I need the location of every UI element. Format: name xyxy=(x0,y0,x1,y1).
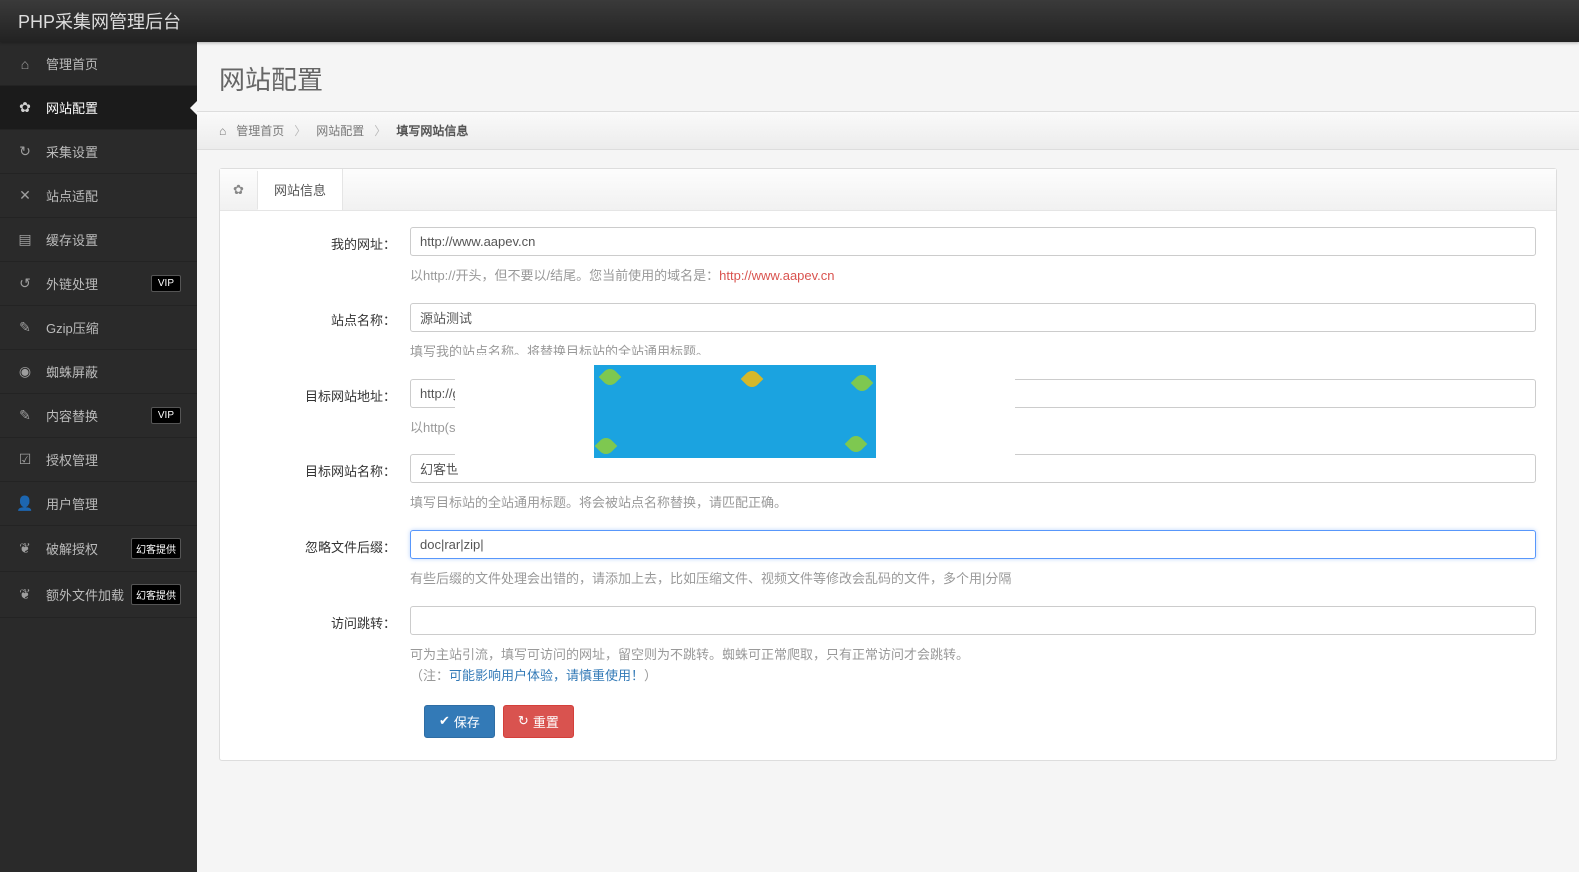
sidebar-item-label: Gzip压缩 xyxy=(46,318,181,337)
rotate-icon: ↺ xyxy=(16,275,34,292)
shuffle-icon: ✕ xyxy=(16,187,34,204)
pencil-icon: ✎ xyxy=(16,407,34,424)
sidebar-item-label: 管理首页 xyxy=(46,54,181,73)
gear-icon: ✿ xyxy=(16,99,34,116)
sidebar-item-label: 站点适配 xyxy=(46,186,181,205)
overlay-ad-image xyxy=(455,355,1015,468)
chevron-right-icon: 〉 xyxy=(374,122,386,139)
site-name-input[interactable] xyxy=(410,303,1536,332)
tab-site-info[interactable]: 网站信息 xyxy=(258,169,343,210)
sidebar-item-collect[interactable]: ↻ 采集设置 xyxy=(0,130,197,174)
sidebar-item-adapt[interactable]: ✕ 站点适配 xyxy=(0,174,197,218)
vip-badge: VIP xyxy=(151,407,181,424)
sidebar-item-spider[interactable]: ◉ 蜘蛛屏蔽 xyxy=(0,350,197,394)
eye-icon: ◉ xyxy=(16,363,34,380)
reset-button[interactable]: ↻重置 xyxy=(503,705,574,738)
pencil-icon: ✎ xyxy=(16,319,34,336)
sidebar-item-home[interactable]: ⌂ 管理首页 xyxy=(0,42,197,86)
sidebar-item-cache[interactable]: ▤ 缓存设置 xyxy=(0,218,197,262)
sidebar-item-label: 内容替换 xyxy=(46,406,151,425)
redirect-warning-link[interactable]: 可能影响用户体验，请慎重使用！ xyxy=(449,668,644,683)
save-button[interactable]: ✔保存 xyxy=(424,705,495,738)
app-title: PHP采集网管理后台 xyxy=(18,8,181,34)
top-bar: PHP采集网管理后台 xyxy=(0,0,1579,42)
vip-badge: VIP xyxy=(151,275,181,292)
sidebar-item-label: 采集设置 xyxy=(46,142,181,161)
provider-badge: 幻客提供 xyxy=(131,538,181,559)
label-site-name: 站点名称： xyxy=(240,303,410,363)
label-target-url: 目标网站地址： xyxy=(240,379,410,439)
sidebar-item-label: 缓存设置 xyxy=(46,230,181,249)
home-icon: ⌂ xyxy=(16,56,34,72)
label-target-name: 目标网站名称： xyxy=(240,454,410,514)
label-redirect: 访问跳转： xyxy=(240,606,410,687)
refresh-icon: ↻ xyxy=(16,143,34,160)
help-target-name: 填写目标站的全站通用标题。将会被站点名称替换，请匹配正确。 xyxy=(410,493,1536,514)
redirect-input[interactable] xyxy=(410,606,1536,635)
sidebar-item-site-config[interactable]: ✿ 网站配置 xyxy=(0,86,197,130)
breadcrumb-current: 填写网站信息 xyxy=(396,122,468,139)
sidebar-item-gzip[interactable]: ✎ Gzip压缩 xyxy=(0,306,197,350)
sidebar-item-users[interactable]: 👤 用户管理 xyxy=(0,482,197,526)
ignore-ext-input[interactable] xyxy=(410,530,1536,559)
breadcrumb: ⌂ 管理首页 〉 网站配置 〉 填写网站信息 xyxy=(197,111,1579,150)
sidebar-item-label: 用户管理 xyxy=(46,494,181,513)
sidebar-item-extlink[interactable]: ↺ 外链处理 VIP xyxy=(0,262,197,306)
refresh-icon: ↻ xyxy=(518,713,529,729)
label-my-url: 我的网址： xyxy=(240,227,410,287)
folder-icon: ▤ xyxy=(16,231,34,248)
help-ignore-ext: 有些后缀的文件处理会出错的，请添加上去，比如压缩文件、视频文件等修改会乱码的文件… xyxy=(410,569,1536,590)
check-icon: ✔ xyxy=(439,713,450,729)
panel-header: ✿ 网站信息 xyxy=(220,169,1556,211)
gear-icon[interactable]: ✿ xyxy=(220,171,258,209)
user-icon: 👤 xyxy=(16,495,34,512)
breadcrumb-item[interactable]: 网站配置 xyxy=(316,122,364,139)
sidebar-item-label: 破解授权 xyxy=(46,539,131,558)
sidebar-item-label: 授权管理 xyxy=(46,450,181,469)
leaf-icon: ❦ xyxy=(16,540,34,557)
chevron-right-icon: 〉 xyxy=(294,122,306,139)
page-title: 网站配置 xyxy=(197,42,1579,111)
sidebar-item-license[interactable]: ☑ 授权管理 xyxy=(0,438,197,482)
label-ignore-ext: 忽略文件后缀： xyxy=(240,530,410,590)
help-my-url: 以http://开头，但不要以/结尾。您当前使用的域名是：http://www.… xyxy=(410,266,1536,287)
sidebar-item-label: 额外文件加载 xyxy=(46,585,131,604)
sidebar: ⌂ 管理首页 ✿ 网站配置 ↻ 采集设置 ✕ 站点适配 ▤ 缓存设置 ↺ 外链处… xyxy=(0,42,197,872)
provider-badge: 幻客提供 xyxy=(131,584,181,605)
home-icon: ⌂ xyxy=(219,124,226,138)
sidebar-item-replace[interactable]: ✎ 内容替换 VIP xyxy=(0,394,197,438)
breadcrumb-home[interactable]: 管理首页 xyxy=(236,122,284,139)
check-icon: ☑ xyxy=(16,451,34,468)
sidebar-item-label: 外链处理 xyxy=(46,274,151,293)
leaf-icon: ❦ xyxy=(16,586,34,603)
sidebar-item-extra[interactable]: ❦ 额外文件加载 幻客提供 xyxy=(0,572,197,618)
current-domain-link[interactable]: http://www.aapev.cn xyxy=(719,268,834,283)
sidebar-item-label: 蜘蛛屏蔽 xyxy=(46,362,181,381)
help-redirect: 可为主站引流，填写可访问的网址，留空则为不跳转。蜘蛛可正常爬取，只有正常访问才会… xyxy=(410,645,1536,687)
sidebar-item-label: 网站配置 xyxy=(46,98,181,117)
sidebar-item-crack[interactable]: ❦ 破解授权 幻客提供 xyxy=(0,526,197,572)
my-url-input[interactable] xyxy=(410,227,1536,256)
